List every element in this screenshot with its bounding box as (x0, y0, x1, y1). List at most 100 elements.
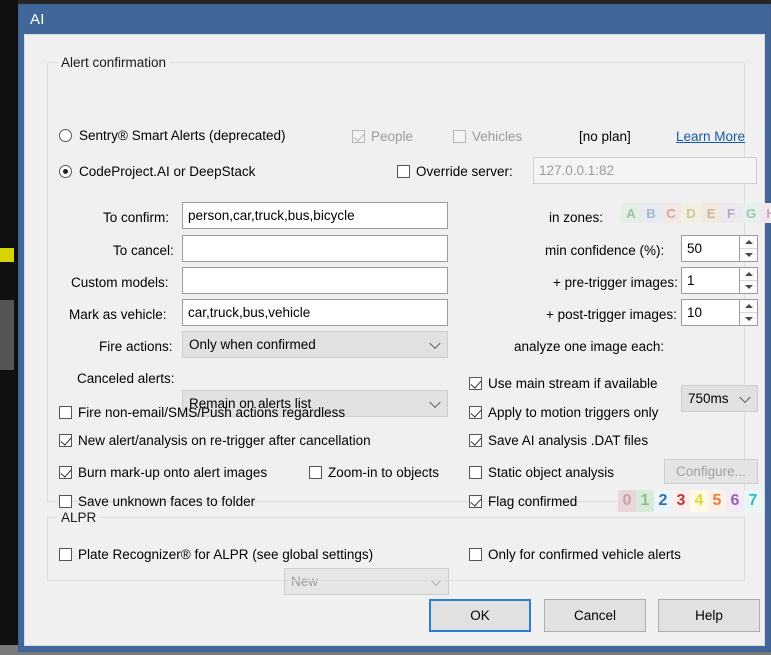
checkbox-label-zoom-in-objects: Zoom-in to objects (328, 465, 440, 480)
pre-trigger-spin-buttons[interactable] (739, 267, 758, 294)
checkbox-use-main-stream[interactable]: Use main stream if available (469, 376, 658, 391)
flag-option-5[interactable]: 5 (708, 490, 726, 512)
min-confidence-spin-buttons[interactable] (739, 235, 758, 262)
pre-trigger-spinner[interactable]: 1 (681, 267, 758, 294)
window-titlebar[interactable]: AI (19, 5, 770, 34)
checkbox-box-burn-markup (59, 466, 72, 479)
label-in-zones: in zones: (549, 210, 604, 225)
post-trigger-spinner[interactable]: 10 (681, 299, 758, 326)
fire-actions-value: Only when confirmed (189, 337, 316, 352)
checkbox-override-server[interactable]: Override server: (397, 164, 513, 179)
chevron-down-icon (739, 391, 751, 403)
ok-button-label: OK (470, 608, 490, 623)
spin-down-icon[interactable] (740, 281, 757, 293)
label-min-confidence: min confidence (%): (545, 243, 665, 258)
to-confirm-input[interactable]: person,car,truck,bus,bicycle (182, 202, 448, 229)
flag-option-3[interactable]: 3 (672, 490, 690, 512)
label-canceled-alerts: Canceled alerts: (77, 371, 175, 386)
background-video-tile-yellow (0, 248, 14, 262)
spin-down-icon[interactable] (740, 313, 757, 325)
checkbox-box-save-unknown-faces (59, 495, 72, 508)
server-address-value: 127.0.0.1:82 (539, 163, 615, 178)
checkbox-box-only-confirmed (469, 548, 482, 561)
checkbox-box-use-main-stream (469, 377, 482, 390)
flag-option-1[interactable]: 1 (636, 490, 654, 512)
label-post-trigger-images: + post-trigger images: (546, 307, 677, 322)
checkbox-box-plate-recognizer (59, 548, 72, 561)
spin-up-icon[interactable] (740, 268, 757, 281)
window-title: AI (30, 11, 45, 28)
spin-down-icon[interactable] (740, 249, 757, 261)
to-cancel-input[interactable] (182, 235, 448, 262)
radio-label-codeproject: CodeProject.AI or DeepStack (79, 164, 256, 179)
cancel-button[interactable]: Cancel (544, 599, 646, 632)
radio-sentry-smart-alerts[interactable]: Sentry® Smart Alerts (deprecated) (59, 128, 286, 143)
min-confidence-value: 50 (687, 241, 703, 256)
checkbox-burn-markup[interactable]: Burn mark-up onto alert images (59, 465, 267, 480)
zone-selector: A B C D E F G H (621, 203, 771, 223)
flag-option-7[interactable]: 7 (744, 490, 762, 512)
zone-button-b: B (641, 203, 661, 223)
checkbox-label-save-dat: Save AI analysis .DAT files (488, 433, 649, 448)
spin-up-icon[interactable] (740, 236, 757, 249)
configure-button-label: Configure... (676, 464, 746, 479)
flag-option-4[interactable]: 4 (690, 490, 708, 512)
checkbox-label-vehicles: Vehicles (472, 129, 523, 144)
help-button[interactable]: Help (658, 599, 760, 632)
checkbox-label-save-unknown-faces: Save unknown faces to folder (78, 494, 256, 509)
checkbox-box-people (352, 130, 365, 143)
radio-codeproject-deepstack[interactable]: CodeProject.AI or DeepStack (59, 164, 255, 179)
checkbox-box-vehicles (453, 130, 466, 143)
fire-actions-combo[interactable]: Only when confirmed (182, 331, 448, 358)
checkbox-label-new-alert-retrigger: New alert/analysis on re-trigger after c… (78, 433, 371, 448)
checkbox-label-plate-recognizer: Plate Recognizer® for ALPR (see global s… (78, 547, 374, 562)
radio-circle-sentry (59, 129, 72, 142)
label-mark-as-vehicle: Mark as vehicle: (69, 307, 167, 322)
zone-button-f: F (721, 203, 741, 223)
checkbox-plate-recognizer[interactable]: Plate Recognizer® for ALPR (see global s… (59, 547, 373, 562)
checkbox-save-dat-files[interactable]: Save AI analysis .DAT files (469, 433, 648, 448)
server-address-input[interactable]: 127.0.0.1:82 (533, 157, 757, 184)
checkbox-save-unknown-faces[interactable]: Save unknown faces to folder (59, 494, 255, 509)
checkbox-box-save-dat (469, 434, 482, 447)
radio-label-sentry: Sentry® Smart Alerts (deprecated) (79, 128, 286, 143)
spin-up-icon[interactable] (740, 300, 757, 313)
checkbox-people: People (352, 129, 413, 144)
checkbox-box-apply-motion (469, 406, 482, 419)
flag-option-0[interactable]: 0 (618, 490, 636, 512)
plan-status-text: [no plan] (579, 129, 631, 144)
label-fire-actions: Fire actions: (99, 339, 173, 354)
chevron-down-icon (429, 337, 441, 349)
checkbox-label-people: People (371, 129, 414, 144)
zone-button-a: A (621, 203, 641, 223)
checkbox-box-override-server (397, 165, 410, 178)
analyze-interval-combo[interactable]: 750ms (681, 385, 758, 412)
checkbox-zoom-in-to-objects[interactable]: Zoom-in to objects (309, 465, 439, 480)
checkbox-box-fire-regardless (59, 406, 72, 419)
flag-color-selector[interactable]: 0 1 2 3 4 5 6 7 (618, 490, 762, 512)
checkbox-new-alert-retrigger[interactable]: New alert/analysis on re-trigger after c… (59, 433, 371, 448)
min-confidence-spinner[interactable]: 50 (681, 235, 758, 262)
learn-more-link[interactable]: Learn More (676, 129, 745, 144)
ai-settings-window: AI Alert confirmation Sentry® Smart Aler… (18, 4, 771, 652)
checkbox-static-object-analysis[interactable]: Static object analysis (469, 465, 614, 480)
label-pre-trigger-images: + pre-trigger images: (553, 275, 678, 290)
checkbox-apply-motion-triggers[interactable]: Apply to motion triggers only (469, 405, 658, 420)
label-to-confirm: To confirm: (103, 210, 170, 225)
cancel-button-label: Cancel (573, 608, 617, 623)
checkbox-fire-non-email-actions[interactable]: Fire non-email/SMS/Push actions regardle… (59, 405, 345, 420)
ok-button[interactable]: OK (429, 599, 531, 632)
mark-as-vehicle-input[interactable]: car,truck,bus,vehicle (182, 299, 448, 326)
flag-option-6[interactable]: 6 (726, 490, 744, 512)
checkbox-box-new-alert-retrigger (59, 434, 72, 447)
checkbox-box-static-object (469, 466, 482, 479)
flag-option-2[interactable]: 2 (654, 490, 672, 512)
checkbox-flag-confirmed[interactable]: Flag confirmed (469, 494, 577, 509)
zone-button-h: H (761, 203, 771, 223)
custom-models-input[interactable] (182, 267, 448, 294)
post-trigger-spin-buttons[interactable] (739, 299, 758, 326)
analyze-interval-value: 750ms (688, 391, 729, 406)
zone-button-c: C (661, 203, 681, 223)
configure-button[interactable]: Configure... (664, 459, 758, 484)
checkbox-only-confirmed-vehicle-alerts[interactable]: Only for confirmed vehicle alerts (469, 547, 681, 562)
